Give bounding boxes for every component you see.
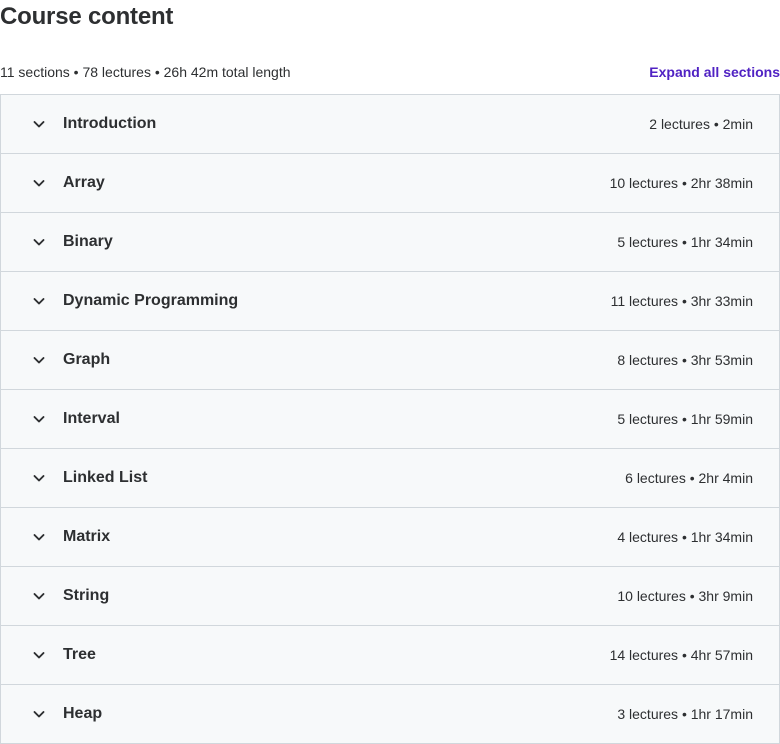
chevron-down-icon xyxy=(31,411,47,427)
chevron-down-icon xyxy=(31,234,47,250)
section-row-array[interactable]: Array 10 lectures • 2hr 38min xyxy=(1,154,779,213)
section-meta: 11 lectures • 3hr 33min xyxy=(610,293,753,309)
section-meta: 6 lectures • 2hr 4min xyxy=(625,470,753,486)
section-meta: 10 lectures • 3hr 9min xyxy=(617,588,753,604)
section-meta: 10 lectures • 2hr 38min xyxy=(609,175,753,191)
chevron-down-icon xyxy=(31,529,47,545)
section-title: Heap xyxy=(63,705,103,722)
section-title: Dynamic Programming xyxy=(63,292,239,309)
section-title: Linked List xyxy=(63,469,148,486)
section-meta: 5 lectures • 1hr 34min xyxy=(617,234,753,250)
chevron-down-icon xyxy=(31,647,47,663)
page-title: Course content xyxy=(0,3,174,30)
course-meta-row: 11 sections • 78 lectures • 26h 42m tota… xyxy=(0,60,780,84)
section-row-tree[interactable]: Tree 14 lectures • 4hr 57min xyxy=(1,626,779,685)
section-meta: 14 lectures • 4hr 57min xyxy=(609,647,753,663)
section-meta: 5 lectures • 1hr 59min xyxy=(617,411,753,427)
section-title: Introduction xyxy=(63,115,157,132)
course-summary: 11 sections • 78 lectures • 26h 42m tota… xyxy=(0,64,291,80)
section-row-heap[interactable]: Heap 3 lectures • 1hr 17min xyxy=(1,685,779,744)
section-title: Binary xyxy=(63,233,113,250)
section-title: Array xyxy=(63,174,105,191)
section-row-interval[interactable]: Interval 5 lectures • 1hr 59min xyxy=(1,390,779,449)
section-meta: 2 lectures • 2min xyxy=(649,116,753,132)
section-title: Graph xyxy=(63,351,111,368)
chevron-down-icon xyxy=(31,293,47,309)
section-title: Matrix xyxy=(63,528,111,545)
section-row-dynamic-programming[interactable]: Dynamic Programming 11 lectures • 3hr 33… xyxy=(1,272,779,331)
chevron-down-icon xyxy=(31,175,47,191)
chevron-down-icon xyxy=(31,116,47,132)
section-row-binary[interactable]: Binary 5 lectures • 1hr 34min xyxy=(1,213,779,272)
chevron-down-icon xyxy=(31,470,47,486)
section-meta: 3 lectures • 1hr 17min xyxy=(617,706,753,722)
expand-all-sections-button[interactable]: Expand all sections xyxy=(649,64,780,80)
section-list: Introduction 2 lectures • 2min Array 10 … xyxy=(0,94,780,744)
section-title: Tree xyxy=(63,646,96,663)
chevron-down-icon xyxy=(31,588,47,604)
chevron-down-icon xyxy=(31,706,47,722)
section-row-linked-list[interactable]: Linked List 6 lectures • 2hr 4min xyxy=(1,449,779,508)
section-row-matrix[interactable]: Matrix 4 lectures • 1hr 34min xyxy=(1,508,779,567)
section-row-graph[interactable]: Graph 8 lectures • 3hr 53min xyxy=(1,331,779,390)
section-title: Interval xyxy=(63,410,120,427)
section-row-introduction[interactable]: Introduction 2 lectures • 2min xyxy=(1,95,779,154)
chevron-down-icon xyxy=(31,352,47,368)
section-meta: 4 lectures • 1hr 34min xyxy=(617,529,753,545)
section-row-string[interactable]: String 10 lectures • 3hr 9min xyxy=(1,567,779,626)
section-meta: 8 lectures • 3hr 53min xyxy=(617,352,753,368)
section-title: String xyxy=(63,587,110,604)
